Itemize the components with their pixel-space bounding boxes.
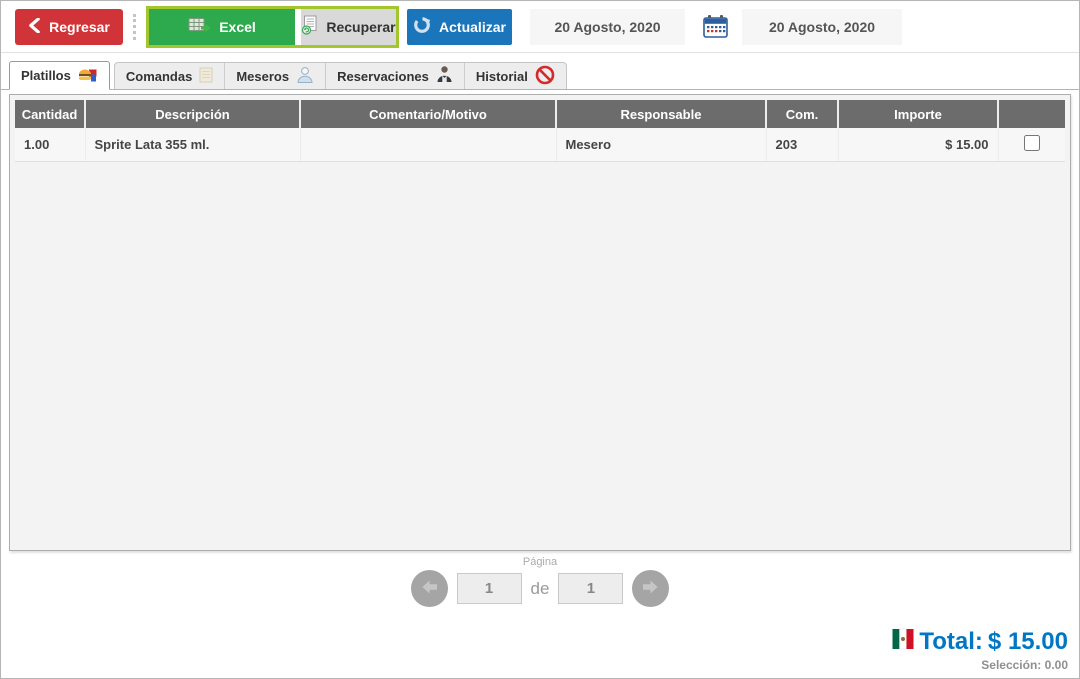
tab-platillos-label: Platillos: [21, 68, 71, 83]
page-of-label: de: [531, 579, 550, 599]
arrow-right-icon: [641, 579, 660, 598]
tab-historial-label: Historial: [476, 69, 528, 84]
row-select-checkbox[interactable]: [1024, 135, 1040, 151]
total-pages-input[interactable]: [558, 573, 623, 604]
total-line: Total: $ 15.00: [892, 626, 1068, 657]
export-button-group: Excel Recuperar: [146, 6, 399, 48]
regresar-button[interactable]: Regresar: [15, 9, 123, 45]
column-header-select: [998, 100, 1065, 128]
person-icon: [436, 65, 453, 87]
pagination: Página de: [1, 556, 1079, 607]
actualizar-button[interactable]: Actualizar: [407, 9, 512, 45]
notepad-icon: [199, 67, 213, 86]
column-header-comentario: Comentario/Motivo: [300, 100, 556, 128]
recover-document-icon: [301, 15, 318, 38]
current-page-input[interactable]: [457, 573, 522, 604]
toolbar-separator: [133, 14, 136, 40]
tab-strip: Comandas Meseros Reserva: [114, 62, 567, 89]
tab-reservaciones-label: Reservaciones: [337, 69, 429, 84]
tab-comandas[interactable]: Comandas: [115, 63, 224, 89]
calendar-icon[interactable]: [701, 13, 729, 41]
waiter-icon: [296, 66, 314, 87]
previous-page-button[interactable]: [411, 570, 448, 607]
column-header-com: Com.: [766, 100, 838, 128]
cell-importe: $ 15.00: [838, 128, 998, 161]
column-header-responsable: Responsable: [556, 100, 766, 128]
cell-com: 203: [766, 128, 838, 161]
tab-historial[interactable]: Historial: [464, 63, 566, 89]
arrow-left-icon: [420, 579, 439, 598]
recuperar-button[interactable]: Recuperar: [301, 9, 396, 45]
recuperar-label: Recuperar: [326, 19, 395, 35]
mexico-flag-icon: [892, 626, 914, 657]
date-start-value: 20 Agosto, 2020: [554, 19, 660, 35]
cell-comentario: [300, 128, 556, 161]
app-window: Regresar Excel: [0, 0, 1080, 679]
totals-footer: Total: $ 15.00 Selección: 0.00: [892, 626, 1068, 672]
table-header-row: Cantidad Descripción Comentario/Motivo R…: [15, 100, 1065, 128]
seleccion-value: 0.00: [1045, 658, 1068, 672]
total-label: Total:: [919, 628, 983, 656]
tab-comandas-label: Comandas: [126, 69, 192, 84]
refresh-icon: [413, 16, 431, 37]
tab-meseros-label: Meseros: [236, 69, 289, 84]
food-icon: [78, 66, 98, 85]
total-value: $ 15.00: [988, 628, 1068, 656]
pagination-label: Página: [523, 556, 557, 568]
pagination-controls: de: [411, 570, 670, 607]
seleccion-label: Selección:: [981, 658, 1041, 672]
tab-meseros[interactable]: Meseros: [224, 63, 325, 89]
excel-button[interactable]: Excel: [149, 9, 295, 45]
grid-panel: Cantidad Descripción Comentario/Motivo R…: [9, 94, 1071, 551]
chevron-left-icon: [28, 18, 41, 36]
seleccion-line: Selección: 0.00: [892, 658, 1068, 672]
tab-bar: Platillos Comandas: [1, 61, 1079, 90]
date-end-value: 20 Agosto, 2020: [769, 19, 875, 35]
actualizar-label: Actualizar: [439, 19, 506, 35]
cell-descripcion: Sprite Lata 355 ml.: [85, 128, 300, 161]
regresar-label: Regresar: [49, 19, 110, 35]
cell-responsable: Mesero: [556, 128, 766, 161]
column-header-descripcion: Descripción: [85, 100, 300, 128]
column-header-cantidad: Cantidad: [15, 100, 85, 128]
cell-select: [998, 128, 1065, 161]
excel-spreadsheet-icon: [188, 17, 211, 37]
date-start-field[interactable]: 20 Agosto, 2020: [530, 9, 685, 45]
excel-label: Excel: [219, 19, 256, 35]
tab-platillos[interactable]: Platillos: [9, 61, 110, 90]
cancel-icon: [535, 65, 555, 88]
toolbar: Regresar Excel: [1, 1, 1079, 53]
table-row[interactable]: 1.00 Sprite Lata 355 ml. Mesero 203 $ 15…: [15, 128, 1065, 161]
next-page-button[interactable]: [632, 570, 669, 607]
items-table: Cantidad Descripción Comentario/Motivo R…: [15, 100, 1065, 162]
cell-cantidad: 1.00: [15, 128, 85, 161]
column-header-importe: Importe: [838, 100, 998, 128]
tab-reservaciones[interactable]: Reservaciones: [325, 63, 464, 89]
date-end-field[interactable]: 20 Agosto, 2020: [742, 9, 902, 45]
